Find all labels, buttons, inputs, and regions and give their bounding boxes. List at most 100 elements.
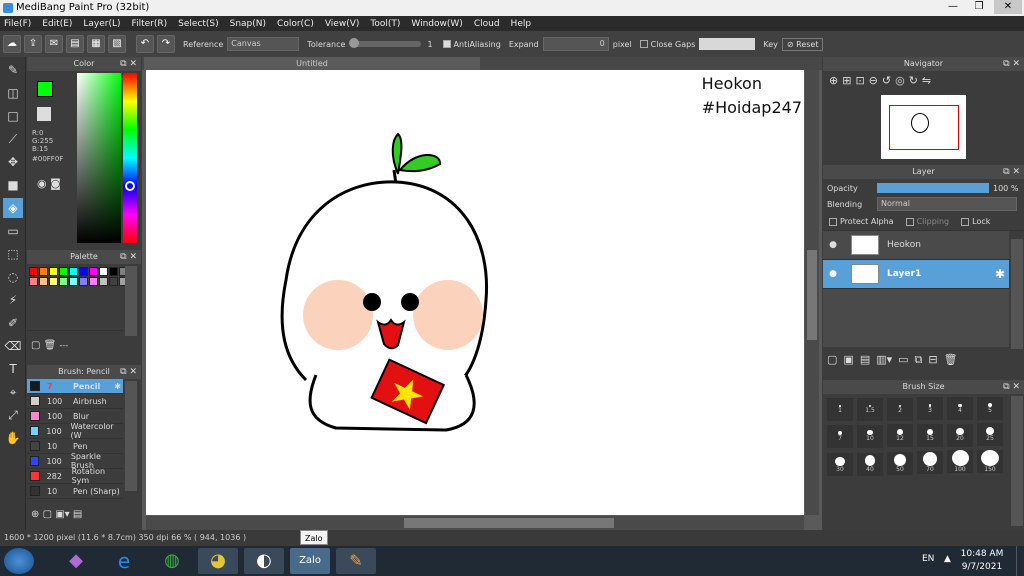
expand-input[interactable]: 0	[542, 37, 609, 51]
gradient-tool-icon[interactable]: ▭	[3, 221, 23, 241]
share-icon[interactable]: ⇪	[24, 35, 42, 53]
menu-edit[interactable]: Edit(E)	[42, 19, 72, 29]
brush-size-option[interactable]: 3	[917, 397, 943, 421]
layer-settings-icon[interactable]: ✱	[995, 267, 1005, 281]
zoom-plus-icon[interactable]: ⊞	[842, 74, 851, 87]
new-layer-icon[interactable]: ▢	[827, 353, 837, 367]
palette-swatch[interactable]	[108, 276, 118, 286]
new-8bit-layer-icon[interactable]: ▤	[860, 353, 870, 367]
divide-tool-icon[interactable]: ⌖	[3, 382, 23, 402]
new-halftone-layer-icon[interactable]: ▣	[843, 353, 853, 367]
add-palette-icon[interactable]: ▢	[31, 340, 40, 351]
brush-size-option[interactable]: 15	[917, 424, 943, 448]
palette-swatch[interactable]	[38, 266, 48, 276]
palette-swatch[interactable]	[28, 266, 38, 276]
brush-settings-icon[interactable]: ▤	[73, 509, 82, 520]
operation-tool-icon[interactable]: ✋	[3, 428, 23, 448]
material-icon[interactable]: ▧	[108, 35, 126, 53]
brush-size-scrollbar[interactable]	[1011, 396, 1023, 526]
palette-swatch[interactable]	[68, 276, 78, 286]
antialiasing-checkbox[interactable]: AntiAliasing	[442, 40, 501, 49]
brush-size-option[interactable]: 10	[857, 424, 883, 448]
folder-icon[interactable]: ▭	[898, 353, 908, 367]
maximize-button[interactable]: ❐	[966, 0, 992, 14]
select-pen-tool-icon[interactable]: ✐	[3, 313, 23, 333]
panel-popout-icon[interactable]: ⧉ ✕	[120, 250, 137, 264]
panel-popout-icon[interactable]: ⧉ ✕	[120, 365, 137, 379]
brush-size-option[interactable]: 20	[947, 423, 973, 447]
bucket-tool-icon[interactable]: ◈	[3, 198, 23, 218]
menu-file[interactable]: File(F)	[4, 19, 31, 29]
panel-popout-icon[interactable]: ⧉ ✕	[1003, 57, 1020, 71]
brush-size-option[interactable]: 4	[947, 397, 973, 421]
rotate-right-icon[interactable]: ↻	[909, 74, 918, 87]
save-icon[interactable]: ▦	[87, 35, 105, 53]
brush-size-option[interactable]: 5	[977, 397, 1003, 420]
color-wheel-icon[interactable]: ◉ ◙	[37, 177, 61, 190]
rotate-reset-icon[interactable]: ◎	[895, 74, 905, 87]
brush-size-option[interactable]: 50	[887, 452, 913, 476]
add-brush-icon[interactable]: ⊕	[31, 509, 39, 520]
close-gaps-slider[interactable]	[699, 38, 756, 50]
visibility-eye-icon[interactable]: ●	[823, 240, 843, 250]
brush-size-option[interactable]: 2	[887, 397, 913, 421]
protect-alpha-checkbox[interactable]: Protect Alpha	[829, 217, 894, 226]
brush-size-option[interactable]: 7	[827, 425, 853, 449]
palette-swatch[interactable]	[58, 266, 68, 276]
palette-scrollbar[interactable]	[125, 266, 137, 336]
menu-window[interactable]: Window(W)	[411, 19, 462, 29]
lock-checkbox[interactable]: Lock	[961, 217, 990, 226]
foreground-color-swatch[interactable]	[37, 81, 53, 97]
brush-item[interactable]: 7 Pencil ✱	[27, 379, 123, 394]
eraser-tool-icon[interactable]: ◫	[3, 83, 23, 103]
tolerance-slider-handle[interactable]	[349, 38, 360, 48]
brush-tool-icon[interactable]: ✎	[3, 60, 23, 80]
palette-swatch[interactable]	[68, 266, 78, 276]
palette-swatch[interactable]	[88, 276, 98, 286]
palette-swatch[interactable]	[38, 276, 48, 286]
flip-icon[interactable]: ⇋	[922, 74, 931, 87]
blending-select[interactable]: Normal	[877, 197, 1017, 211]
close-gaps-checkbox[interactable]: Close Gaps	[639, 40, 695, 49]
navigator-thumbnail[interactable]	[881, 95, 966, 159]
layer-scrollbar[interactable]	[1011, 239, 1023, 349]
menu-snap[interactable]: Snap(N)	[230, 19, 266, 29]
panel-popout-icon[interactable]: ⧉ ✕	[120, 57, 137, 71]
palette-swatch[interactable]	[78, 266, 88, 276]
zalo-icon[interactable]: Zalo	[290, 548, 330, 574]
eyedropper-tool-icon[interactable]: ⤢	[3, 405, 23, 425]
saturation-value-picker[interactable]	[77, 73, 121, 243]
close-button[interactable]: ✕	[994, 0, 1022, 14]
duplicate-layer-icon[interactable]: ⧉	[915, 353, 923, 367]
menu-layer[interactable]: Layer(L)	[83, 19, 120, 29]
new-layer-menu-icon[interactable]: ▥▾	[876, 353, 892, 367]
delete-palette-icon[interactable]: 🗑	[44, 340, 57, 351]
fit-icon[interactable]: ⊡	[855, 74, 864, 87]
clock[interactable]: 10:48 AM 9/7/2021	[960, 548, 1004, 574]
panel-popout-icon[interactable]: ⧉ ✕	[1003, 165, 1020, 179]
menu-select[interactable]: Select(S)	[178, 19, 219, 29]
layer-row[interactable]: ● Heokon	[823, 231, 1009, 260]
start-button[interactable]	[4, 548, 34, 574]
brush-size-option[interactable]: 1	[827, 398, 853, 422]
clipping-checkbox[interactable]: Clipping	[905, 217, 949, 226]
text-tool-icon[interactable]: T	[3, 359, 23, 379]
palette-swatch[interactable]	[48, 276, 58, 286]
brush-settings-icon[interactable]: ✱	[114, 382, 121, 391]
brush-size-option[interactable]: 40	[857, 452, 883, 476]
reset-button[interactable]: ⊘ Reset	[781, 37, 824, 51]
palette-swatch[interactable]	[88, 266, 98, 276]
document-tab[interactable]: Untitled	[144, 57, 480, 70]
zoom-in-icon[interactable]: ⊕	[829, 74, 838, 87]
select-rect-tool-icon[interactable]: ⬚	[3, 244, 23, 264]
visibility-eye-icon[interactable]: ●	[823, 269, 843, 279]
brush-size-option[interactable]: 150	[977, 450, 1003, 474]
brush-item[interactable]: 100 Watercolor (W	[27, 422, 123, 440]
drawing-canvas[interactable]: Heokon #Hoidap247	[146, 70, 804, 515]
tolerance-slider[interactable]	[349, 38, 422, 48]
cloud-icon[interactable]: ☁	[3, 35, 21, 53]
lasso-tool-icon[interactable]: ◌	[3, 267, 23, 287]
brush-size-option[interactable]: 12	[887, 424, 913, 448]
brush-size-option[interactable]: 30	[827, 453, 853, 477]
minimize-button[interactable]: —	[940, 0, 966, 14]
